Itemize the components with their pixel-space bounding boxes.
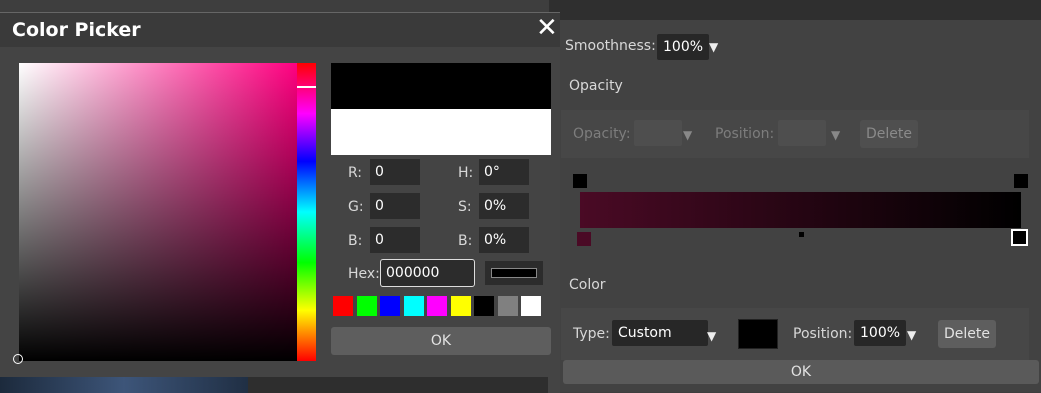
color-position-select[interactable]: 100% (854, 320, 907, 346)
swatch-1[interactable] (333, 296, 353, 316)
swatch-7[interactable] (474, 296, 494, 316)
saturation-brightness-square[interactable] (19, 63, 297, 361)
smoothness-dropdown-icon[interactable]: ▼ (709, 40, 718, 54)
dialog-title: Color Picker (12, 19, 141, 41)
sv-picker-handle[interactable] (13, 354, 23, 364)
stop-color-swatch[interactable] (738, 319, 778, 349)
color-section-title: Color (569, 277, 606, 293)
opacity-stop-left[interactable] (573, 174, 587, 188)
swatch-5[interactable] (427, 296, 447, 316)
swatch-8[interactable] (497, 296, 518, 316)
color-stop-right-selected[interactable] (1011, 229, 1028, 246)
s-label: S: (458, 199, 472, 215)
brightness-input[interactable]: 0% (479, 227, 529, 253)
opacity-stop-right[interactable] (1014, 174, 1028, 188)
g-label: G: (348, 199, 364, 215)
new-color-preview (331, 63, 551, 109)
s-input[interactable]: 0% (479, 193, 529, 219)
opacity-delete-button[interactable]: Delete (860, 120, 918, 148)
gradient-ok-button[interactable]: OK (563, 360, 1039, 384)
b-input[interactable]: 0 (370, 227, 420, 253)
opacity-label: Opacity: (573, 126, 631, 142)
hue-slider[interactable] (297, 63, 316, 361)
h-input[interactable]: 0° (479, 159, 529, 185)
color-delete-button[interactable]: Delete (938, 320, 996, 348)
type-dropdown-icon[interactable]: ▼ (707, 329, 716, 343)
background-image-strip (0, 377, 248, 393)
swatch-4[interactable] (403, 296, 424, 316)
color-picker-dialog: Color Picker ✕ R: 0 H: 0° G: 0 S: 0% B: … (0, 12, 560, 393)
opacity-position-label: Position: (715, 126, 775, 142)
swatch-3[interactable] (380, 296, 400, 316)
opacity-position-dropdown-icon[interactable]: ▼ (831, 128, 840, 142)
opacity-dropdown-icon[interactable]: ▼ (683, 128, 692, 142)
hue-slider-handle[interactable] (297, 86, 316, 88)
panel-top-strip (549, 0, 1041, 20)
color-stop-left[interactable] (577, 232, 591, 246)
hex-input[interactable]: 000000 (380, 259, 475, 287)
gradient-editor-panel: Smoothness: 100% ▼ Opacity Opacity: ▼ Po… (549, 0, 1041, 392)
hex-color-swatch (491, 268, 537, 278)
eyedropper-color-button[interactable] (485, 261, 543, 285)
type-select[interactable]: Custom (612, 320, 708, 346)
swatch-2[interactable] (356, 296, 377, 316)
current-color-preview[interactable] (331, 109, 551, 155)
picker-ok-button[interactable]: OK (331, 327, 551, 355)
hex-label: Hex: (348, 266, 380, 282)
opacity-position-select[interactable] (778, 120, 826, 146)
swatch-9[interactable] (521, 296, 541, 316)
color-position-dropdown-icon[interactable]: ▼ (907, 328, 916, 342)
g-input[interactable]: 0 (370, 193, 420, 219)
h-label: H: (458, 165, 474, 181)
opacity-section-title: Opacity (569, 78, 623, 94)
type-label: Type: (573, 326, 610, 342)
b-label: B: (348, 233, 363, 249)
gradient-preview-bar[interactable] (580, 192, 1021, 228)
background-dark-strip (248, 377, 548, 393)
brightness-label: B: (458, 233, 473, 249)
color-position-label: Position: (793, 326, 853, 342)
r-label: R: (348, 165, 363, 181)
swatch-6[interactable] (450, 296, 471, 316)
smoothness-select[interactable]: 100% (657, 34, 710, 60)
r-input[interactable]: 0 (370, 159, 420, 185)
midpoint-marker[interactable] (799, 232, 804, 237)
smoothness-label: Smoothness: (565, 38, 656, 54)
close-icon[interactable]: ✕ (536, 13, 558, 43)
opacity-select[interactable] (634, 120, 682, 146)
